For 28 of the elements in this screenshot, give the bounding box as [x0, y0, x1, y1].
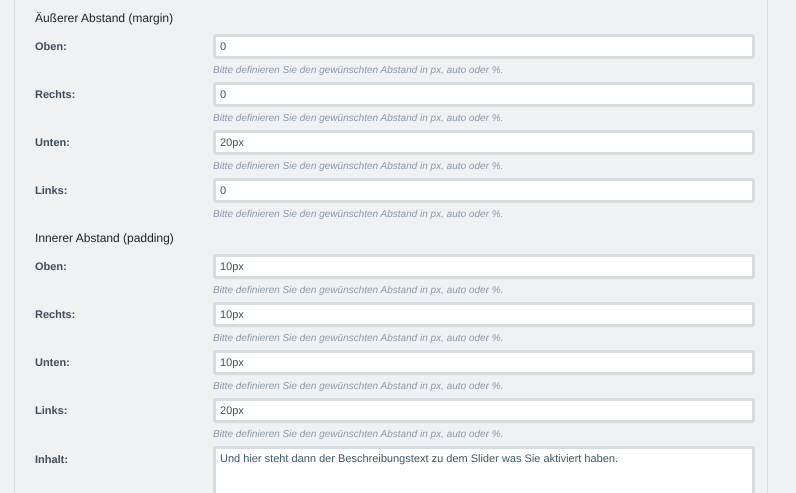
section-heading: Innerer Abstand (padding) — [35, 230, 175, 247]
input-field[interactable]: 20px — [213, 398, 755, 423]
field-label: Links: — [35, 184, 68, 198]
hint-text: Bitte definieren Sie den gewünschten Abstand in px, auto oder %. — [213, 429, 504, 441]
hint-text: Bitte definieren Sie den gewünschten Abstand in px, auto oder %. — [213, 161, 504, 173]
input-field[interactable]: 10px — [213, 350, 755, 375]
input-field[interactable]: 0 — [213, 82, 755, 107]
field-label: Oben: — [35, 40, 68, 54]
textarea-field[interactable]: Und hier steht dann der Beschreibungstext zu dem Slider was Sie aktiviert haben. — [213, 446, 755, 493]
hint-text: Bitte definieren Sie den gewünschten Abstand in px, auto oder %. — [213, 209, 504, 221]
hint-text: Bitte definieren Sie den gewünschten Abstand in px, auto oder %. — [213, 333, 504, 345]
input-field[interactable]: 20px — [213, 130, 755, 155]
input-field[interactable]: 10px — [213, 302, 755, 327]
input-field[interactable]: 10px — [213, 254, 755, 279]
input-field[interactable]: 0 — [213, 34, 755, 59]
input-field[interactable]: 0 — [213, 178, 755, 203]
field-label: Links: — [35, 404, 68, 418]
field-label: Rechts: — [35, 88, 76, 102]
field-label: Rechts: — [35, 308, 76, 322]
field-label: Inhalt: — [35, 453, 69, 467]
section-heading: Äußerer Abstand (margin) — [35, 10, 174, 27]
hint-text: Bitte definieren Sie den gewünschten Abstand in px, auto oder %. — [213, 113, 504, 125]
field-label: Oben: — [35, 260, 68, 274]
hint-text: Bitte definieren Sie den gewünschten Abstand in px, auto oder %. — [213, 381, 504, 393]
hint-text: Bitte definieren Sie den gewünschten Abstand in px, auto oder %. — [213, 285, 504, 297]
field-label: Unten: — [35, 356, 71, 370]
hint-text: Bitte definieren Sie den gewünschten Abstand in px, auto oder %. — [213, 65, 504, 77]
field-label: Unten: — [35, 136, 71, 150]
